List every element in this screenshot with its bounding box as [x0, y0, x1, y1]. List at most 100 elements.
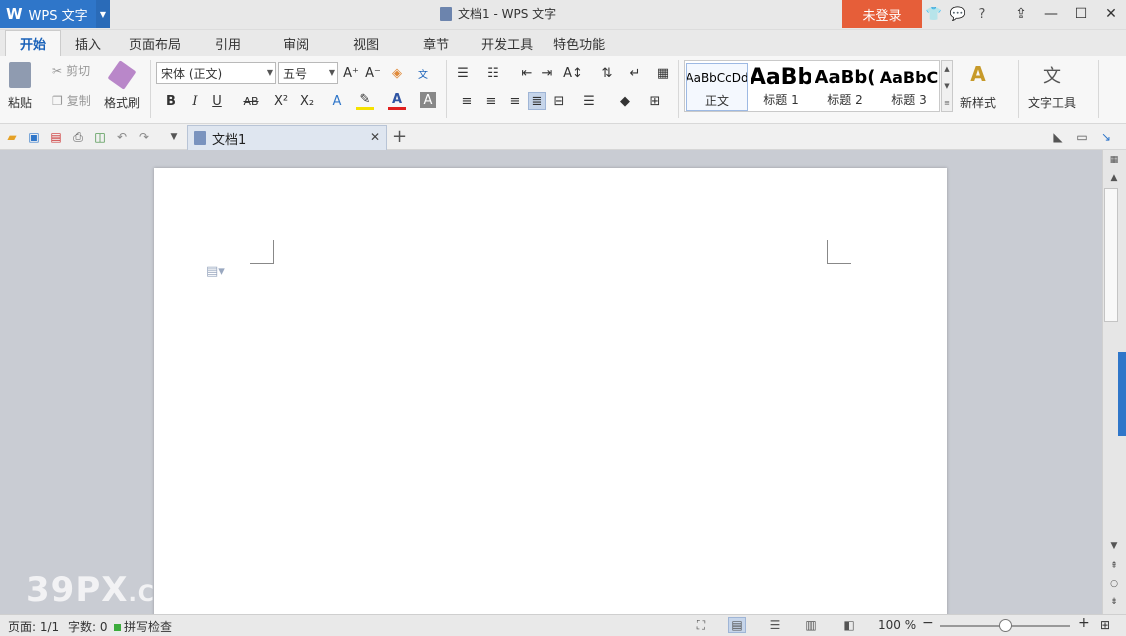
page-view-icon[interactable]: ▤ — [728, 617, 746, 633]
scroll-down-icon[interactable]: ▼ — [1103, 538, 1125, 554]
upload-icon[interactable]: ⇪ — [1006, 0, 1036, 28]
spell-check[interactable]: 拼写检查 — [114, 618, 172, 635]
tab-home[interactable]: 开始 — [5, 30, 62, 56]
phonetic-guide-icon[interactable]: 文 — [414, 64, 432, 82]
tab-review[interactable]: 审阅 — [261, 30, 331, 56]
copy-button[interactable]: ❐ 复制 — [52, 92, 91, 109]
export-pdf-icon[interactable]: ▤ — [48, 129, 64, 145]
customize-toolbar-icon[interactable]: ▼ — [166, 129, 182, 145]
font-size-select[interactable]: 五号 ▼ — [278, 62, 338, 84]
document-tab[interactable]: 文档1 ✕ — [187, 125, 387, 150]
table-icon[interactable]: ▦ — [654, 64, 672, 82]
new-tab-button[interactable]: + — [392, 126, 407, 147]
document-page[interactable]: ▤▾ — [154, 168, 947, 614]
decrease-indent-icon[interactable]: ⇤ — [518, 64, 536, 82]
cut-button[interactable]: ✂ 剪切 — [52, 62, 90, 79]
highlight-icon[interactable]: ✎ — [356, 92, 374, 110]
distributed-align-icon[interactable]: ⊟ — [550, 92, 568, 110]
bold-icon[interactable]: B — [162, 92, 180, 110]
split-view-icon[interactable]: ▦ — [1103, 152, 1125, 168]
chevron-up-icon[interactable]: ▲ — [944, 65, 949, 73]
print-preview-icon[interactable]: ◫ — [92, 129, 108, 145]
previous-page-icon[interactable]: ⇞ — [1103, 558, 1125, 574]
new-style-button[interactable]: A 新样式 — [960, 62, 996, 111]
app-menu-button[interactable]: W WPS 文字 ▼ — [0, 0, 110, 28]
underline-icon[interactable]: U — [208, 92, 226, 110]
zoom-slider-handle[interactable] — [999, 619, 1012, 632]
paragraph-shading-icon[interactable]: ◆ — [616, 92, 634, 110]
share-icon[interactable]: ↘ — [1098, 129, 1114, 145]
zoom-in-icon[interactable]: + — [1078, 615, 1090, 631]
sort-icon[interactable]: ⇅ — [598, 64, 616, 82]
help-icon[interactable]: ? — [972, 3, 992, 25]
open-icon[interactable]: ▰ — [4, 129, 20, 145]
full-screen-icon[interactable]: ⛶ — [692, 617, 710, 633]
clear-format-icon[interactable]: ◈ — [388, 64, 406, 82]
grow-font-icon[interactable]: A⁺ — [342, 64, 360, 82]
tab-developer[interactable]: 开发工具 — [471, 30, 543, 56]
reading-mode-icon[interactable]: ◧ — [840, 617, 858, 633]
paragraph-mark-icon[interactable]: ↵ — [626, 64, 644, 82]
expand-icon[interactable]: ≡ — [944, 99, 950, 107]
tab-view[interactable]: 视图 — [331, 30, 401, 56]
change-case-icon[interactable]: A↕ — [563, 64, 583, 82]
strikethrough-icon[interactable]: AB — [240, 92, 262, 110]
align-center-icon[interactable]: ≡ — [482, 92, 500, 110]
format-painter-button[interactable]: 格式刷 — [104, 60, 140, 111]
close-button[interactable]: ✕ — [1096, 0, 1126, 28]
scroll-thumb[interactable] — [1104, 188, 1118, 322]
chevron-down-icon[interactable]: ▼ — [944, 82, 949, 90]
zoom-out-icon[interactable]: − — [922, 615, 934, 631]
print-icon[interactable]: ⎙ — [70, 129, 86, 145]
text-effect-icon[interactable]: A — [328, 92, 346, 110]
shrink-font-icon[interactable]: A⁻ — [364, 64, 382, 82]
italic-icon[interactable]: I — [186, 92, 204, 110]
tab-references[interactable]: 引用 — [195, 30, 261, 56]
increase-indent-icon[interactable]: ⇥ — [538, 64, 556, 82]
subscript-icon[interactable]: X₂ — [298, 92, 316, 110]
style-heading-2[interactable]: AaBb( 标题 2 — [814, 63, 876, 111]
skin-icon[interactable]: 👕 — [924, 3, 944, 25]
word-count[interactable]: 字数: 0 — [68, 618, 108, 635]
save-icon[interactable]: ▣ — [26, 129, 42, 145]
feedback-icon[interactable]: 💬 — [948, 3, 968, 25]
maximize-button[interactable]: ☐ — [1066, 0, 1096, 28]
font-name-select[interactable]: 宋体 (正文) ▼ — [156, 62, 276, 84]
border-icon[interactable]: ⊞ — [646, 92, 664, 110]
style-heading-3[interactable]: AaBbC 标题 3 — [878, 63, 940, 111]
side-panel-tab[interactable] — [1118, 352, 1126, 436]
align-right-icon[interactable]: ≡ — [506, 92, 524, 110]
style-normal[interactable]: AaBbCcDd 正文 — [686, 63, 748, 111]
close-tab-icon[interactable]: ✕ — [370, 130, 380, 144]
collapse-ribbon-icon[interactable]: ◣ — [1050, 129, 1066, 145]
line-spacing-icon[interactable]: ☰ — [580, 92, 598, 110]
style-heading-1[interactable]: AaBb 标题 1 — [750, 63, 812, 111]
character-shading-icon[interactable]: A — [420, 92, 436, 108]
minimize-doc-icon[interactable]: ▭ — [1074, 129, 1090, 145]
styles-scroll[interactable]: ▲ ▼ ≡ — [941, 60, 953, 112]
superscript-icon[interactable]: X² — [272, 92, 290, 110]
outline-view-icon[interactable]: ☰ — [766, 617, 784, 633]
text-tools-button[interactable]: 文 文字工具 — [1028, 62, 1076, 111]
login-button[interactable]: 未登录 — [842, 0, 922, 28]
paragraph-layout-icon[interactable]: ▤▾ — [206, 264, 225, 279]
bullet-list-icon[interactable]: ☰ — [454, 64, 472, 82]
redo-icon[interactable]: ↷ — [136, 129, 152, 145]
undo-icon[interactable]: ↶ — [114, 129, 130, 145]
web-view-icon[interactable]: ▥ — [802, 617, 820, 633]
browse-object-icon[interactable]: ○ — [1103, 576, 1125, 592]
tab-special-features[interactable]: 特色功能 — [543, 30, 615, 56]
status-settings-icon[interactable]: ⊞ — [1100, 618, 1110, 632]
zoom-level[interactable]: 100 % — [878, 618, 916, 632]
app-menu-dropdown-icon[interactable]: ▼ — [96, 0, 110, 28]
scroll-up-icon[interactable]: ▲ — [1103, 170, 1125, 186]
tab-page-layout[interactable]: 页面布局 — [115, 30, 195, 56]
tab-insert[interactable]: 插入 — [61, 30, 115, 56]
font-color-icon[interactable]: A — [388, 92, 406, 110]
next-page-icon[interactable]: ⇟ — [1103, 594, 1125, 610]
justify-icon[interactable]: ≣ — [528, 92, 546, 110]
paste-button[interactable]: 粘贴 — [8, 62, 32, 111]
minimize-button[interactable]: — — [1036, 0, 1066, 28]
numbered-list-icon[interactable]: ☷ — [484, 64, 502, 82]
align-left-icon[interactable]: ≡ — [458, 92, 476, 110]
